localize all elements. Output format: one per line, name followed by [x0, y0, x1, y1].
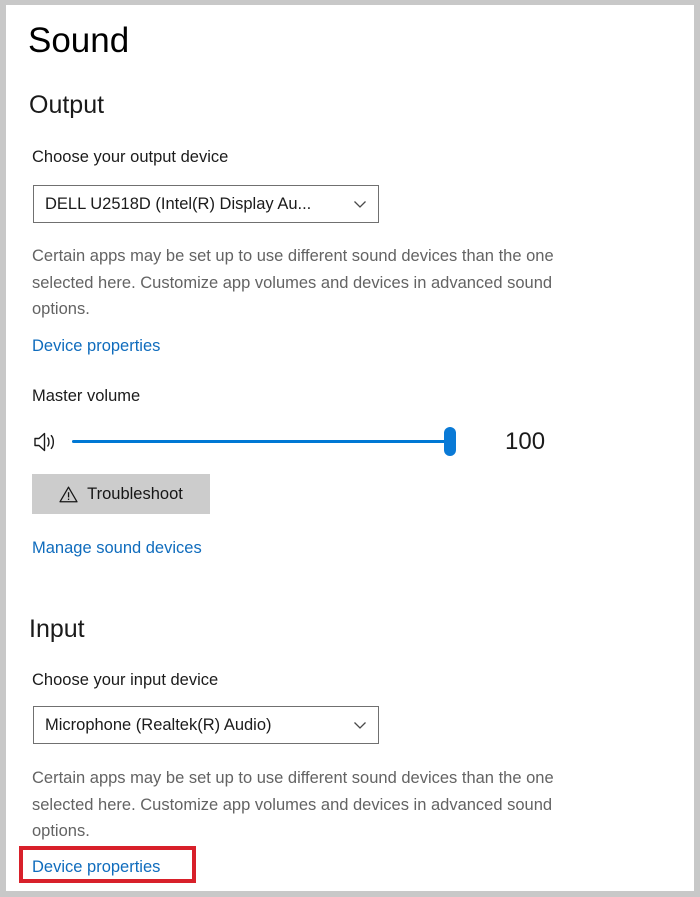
volume-slider-fill — [72, 440, 450, 443]
settings-window-frame: Sound Output Choose your output device D… — [0, 0, 700, 897]
sound-settings-page: Sound Output Choose your output device D… — [6, 5, 694, 891]
volume-value-label: 100 — [505, 428, 546, 455]
master-volume-label: Master volume — [32, 387, 141, 405]
output-device-value: DELL U2518D (Intel(R) Display Au... — [45, 195, 312, 213]
speaker-volume-icon[interactable] — [33, 429, 61, 455]
input-device-dropdown[interactable]: Microphone (Realtek(R) Audio) — [33, 706, 379, 744]
volume-slider-thumb[interactable] — [444, 427, 456, 456]
output-section-heading: Output — [29, 91, 105, 119]
input-device-value: Microphone (Realtek(R) Audio) — [45, 716, 272, 734]
troubleshoot-button[interactable]: Troubleshoot — [32, 474, 210, 514]
chevron-down-icon — [352, 196, 368, 212]
volume-slider-track[interactable] — [72, 440, 450, 443]
input-section-heading: Input — [29, 615, 85, 643]
output-device-properties-link[interactable]: Device properties — [32, 335, 160, 357]
manage-sound-devices-link[interactable]: Manage sound devices — [32, 537, 202, 559]
page-title: Sound — [28, 21, 130, 60]
warning-triangle-icon — [59, 485, 78, 504]
master-volume-slider-row: 100 — [6, 419, 694, 465]
input-description: Certain apps may be set up to use differ… — [32, 769, 554, 840]
output-device-dropdown[interactable]: DELL U2518D (Intel(R) Display Au... — [33, 185, 379, 223]
troubleshoot-button-content: Troubleshoot — [32, 474, 210, 514]
input-device-properties-link[interactable]: Device properties — [32, 856, 160, 878]
output-description: Certain apps may be set up to use differ… — [32, 247, 554, 318]
chevron-down-icon — [352, 717, 368, 733]
output-device-label: Choose your output device — [32, 148, 229, 166]
input-device-label: Choose your input device — [32, 671, 219, 689]
troubleshoot-button-label: Troubleshoot — [87, 485, 183, 503]
